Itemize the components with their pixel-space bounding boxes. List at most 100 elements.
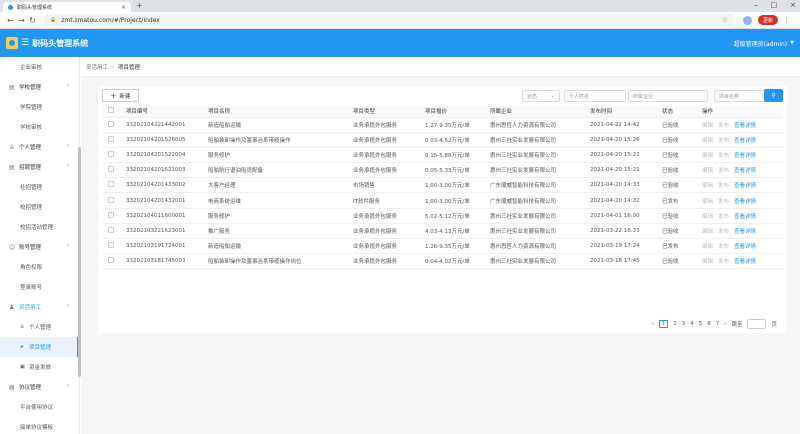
edit-button[interactable]: 编辑 [702, 123, 713, 129]
edit-button[interactable]: 编辑 [702, 244, 713, 250]
sidebar-item[interactable]: 登录账号 [0, 277, 79, 297]
edit-button[interactable]: 编辑 [702, 214, 713, 220]
publish-button[interactable]: 发布 [718, 214, 729, 220]
sidebar-item[interactable]: 学院管理 [0, 97, 79, 117]
profile-avatar[interactable] [743, 15, 752, 25]
view-details-link[interactable]: 查看详情 [734, 168, 756, 174]
view-details-link[interactable]: 查看详情 [734, 229, 756, 235]
sidebar-item[interactable]: ☺ 账号管理 ⌃ [0, 237, 79, 257]
prev-page-icon[interactable]: ‹ [652, 321, 654, 327]
sidebar-item[interactable]: 企业审核 [0, 57, 79, 77]
publish-button[interactable]: 发布 [718, 259, 729, 265]
view-details-link[interactable]: 查看详情 [734, 183, 756, 189]
more-menu-icon[interactable]: ⋮ [783, 16, 790, 24]
sidebar-item[interactable]: ♟ 灵活用工 ⌃ [0, 297, 79, 317]
publish-button[interactable]: 发布 [718, 138, 729, 144]
view-details-link[interactable]: 查看详情 [734, 244, 756, 250]
breadcrumb-parent[interactable]: 灵活用工 [86, 63, 108, 71]
back-icon[interactable]: ← [5, 16, 16, 25]
edit-button[interactable]: 编辑 [702, 259, 713, 265]
sidebar-item[interactable]: ♙ 个人管理 [0, 317, 79, 337]
edit-button[interactable]: 编辑 [702, 153, 713, 159]
status-select[interactable]: 状态 ⌄ [522, 90, 560, 102]
row-checkbox[interactable] [108, 120, 114, 127]
row-checkbox[interactable] [108, 257, 114, 264]
publish-button[interactable]: 发布 [718, 123, 729, 129]
hamburger-menu-icon[interactable]: ☰ [21, 38, 29, 48]
view-details-link[interactable]: 查看详情 [734, 214, 756, 220]
sidebar-item[interactable]: 学校审核 [0, 117, 79, 137]
publish-button[interactable]: 发布 [718, 229, 729, 235]
main-content: 灵活用工 / 项目管理 + 新建 状态 ⌄ 个人姓名 所属企业 项目名称 ⚲ 项… [81, 57, 800, 434]
page-number[interactable]: 5 [699, 321, 703, 327]
row-checkbox[interactable] [108, 196, 114, 203]
row-checkbox[interactable] [108, 211, 114, 218]
row-checkbox[interactable] [108, 135, 114, 142]
close-window-icon[interactable]: × [790, 1, 796, 9]
sidebar-item[interactable]: ▣ 资金发放 [0, 357, 79, 377]
sidebar-item[interactable]: 平台使用协议 [0, 397, 79, 417]
bookmark-star-icon[interactable]: ☆ [722, 16, 728, 24]
page-number[interactable]: 6 [707, 321, 711, 327]
edit-button[interactable]: 编辑 [702, 229, 713, 235]
page-number[interactable]: 7 [716, 321, 720, 327]
company-input[interactable]: 所属企业 [628, 90, 708, 102]
view-details-link[interactable]: 查看详情 [734, 153, 756, 159]
reload-icon[interactable]: ↻ [27, 16, 38, 25]
page-number[interactable]: 4 [690, 321, 694, 327]
edit-button[interactable]: 编辑 [702, 138, 713, 144]
page-number[interactable]: 2 [673, 321, 677, 327]
row-checkbox[interactable] [108, 150, 114, 157]
user-menu[interactable]: 超级管理员(admin) [734, 39, 787, 48]
sidebar-item[interactable]: ▤ 招聘管理 ⌃ [0, 157, 79, 177]
page-number[interactable]: 1 [658, 320, 669, 328]
view-details-link[interactable]: 查看详情 [734, 199, 756, 205]
sidebar-item[interactable]: ▤ 协议管理 ⌃ [0, 377, 79, 397]
sidebar-item[interactable]: ▤ 学校管理 ⌃ [0, 77, 79, 97]
sidebar-item-label: 个人管理 [29, 325, 52, 331]
publish-button[interactable]: 发布 [718, 244, 729, 250]
forward-icon[interactable]: → [16, 16, 27, 25]
view-details-link[interactable]: 查看详情 [734, 259, 756, 265]
new-button[interactable]: + 新建 [102, 89, 139, 102]
sidebar-item[interactable]: 校招管理 [0, 197, 79, 217]
publish-button[interactable]: 发布 [718, 199, 729, 205]
close-tab-icon[interactable]: × [121, 4, 126, 11]
sidebar-item[interactable]: 接单协议模板 [0, 417, 79, 434]
edit-button[interactable]: 编辑 [702, 183, 713, 189]
page-number[interactable]: 3 [682, 321, 686, 327]
publish-button[interactable]: 发布 [718, 168, 729, 174]
jump-page-input[interactable] [747, 319, 767, 329]
sidebar-item[interactable]: ▰ 项目管理 [0, 337, 79, 357]
maximize-icon[interactable]: □ [771, 1, 778, 9]
edit-button[interactable]: 编辑 [702, 199, 713, 205]
row-checkbox[interactable] [108, 242, 114, 249]
row-checkbox[interactable] [108, 166, 114, 173]
sidebar-item[interactable]: ♙ 个人管理 ⌃ [0, 137, 79, 157]
view-details-link[interactable]: 查看详情 [734, 138, 756, 144]
url-field[interactable]: 🔒 zmt.zmatou.com/#/Project/Index ☆ [44, 14, 734, 26]
update-button[interactable]: 更新 [758, 15, 779, 25]
row-checkbox[interactable] [108, 226, 114, 233]
sidebar-item[interactable]: 角色权限 [0, 257, 79, 277]
project-card: + 新建 状态 ⌄ 个人姓名 所属企业 项目名称 ⚲ 项目编号 项目名称 项目类型项… [98, 86, 787, 333]
sidebar-item[interactable]: 校招活动管理 [0, 217, 79, 237]
minimize-icon[interactable]: – [754, 1, 758, 9]
publish-button[interactable]: 发布 [718, 183, 729, 189]
pagination: ‹ 1 2 3 4 5 6 7 › 跳至 页 [652, 319, 777, 329]
publish-button[interactable]: 发布 [718, 153, 729, 159]
column-header: 项目报价 [425, 106, 490, 118]
next-page-icon[interactable]: › [724, 321, 726, 327]
row-select-cell [102, 147, 126, 164]
select-all-checkbox[interactable] [108, 107, 114, 114]
view-details-link[interactable]: 查看详情 [734, 123, 756, 129]
chevron-down-icon[interactable]: ▼ [790, 40, 794, 46]
edit-button[interactable]: 编辑 [702, 168, 713, 174]
row-checkbox[interactable] [108, 181, 114, 188]
person-name-input[interactable]: 个人姓名 [564, 90, 626, 102]
sidebar-item[interactable]: 社招管理 [0, 177, 79, 197]
search-button[interactable]: ⚲ [764, 89, 783, 102]
new-tab-icon[interactable]: + [136, 1, 143, 10]
table-cell: 33202104221442001 [126, 117, 208, 133]
browser-tab[interactable]: 职码头管理系统 × [3, 2, 131, 12]
